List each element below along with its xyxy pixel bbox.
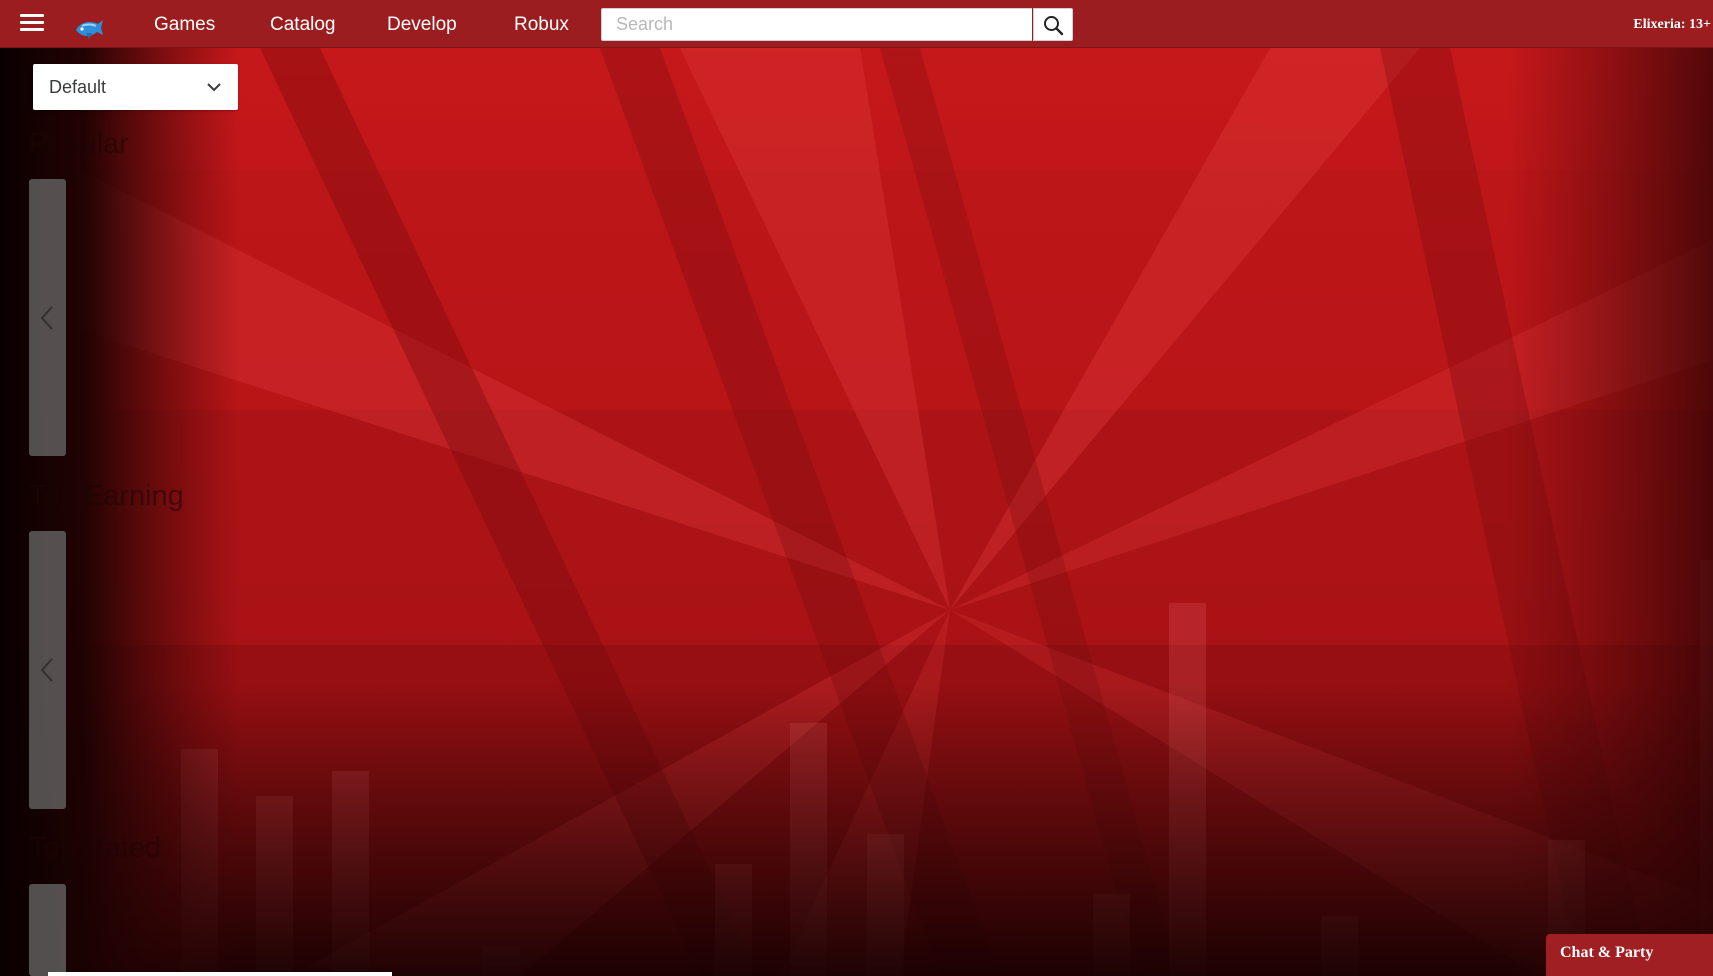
chat-party-button[interactable]: Chat & Party — [1546, 934, 1713, 976]
nav-catalog-link[interactable]: Catalog — [270, 0, 336, 48]
chat-party-label: Chat & Party — [1560, 944, 1654, 961]
carousel-prev-button-popular[interactable] — [29, 179, 66, 456]
nav-games-link[interactable]: Games — [154, 0, 215, 48]
section-title-top-rated: Top Rated — [29, 832, 162, 864]
nav-develop-link[interactable]: Develop — [387, 0, 457, 48]
chevron-left-icon — [40, 306, 53, 330]
search-button[interactable] — [1033, 8, 1073, 41]
search-icon — [1044, 16, 1064, 36]
background-art — [0, 0, 1713, 976]
section-title-popular: Popular — [29, 128, 129, 160]
sort-selected-value: Default — [49, 77, 107, 97]
hamburger-line — [20, 14, 44, 17]
blue-fish-logo-icon[interactable] — [74, 16, 104, 42]
sort-dropdown[interactable]: Default — [33, 64, 238, 110]
carousel-prev-button-top-earning[interactable] — [29, 531, 66, 809]
horizontal-scrollbar[interactable] — [48, 972, 392, 976]
top-navigation-bar: Games Catalog Develop Robux Elixeria: 13… — [0, 0, 1713, 48]
hamburger-line — [20, 21, 44, 24]
hamburger-menu-icon[interactable] — [20, 13, 44, 33]
hamburger-line — [20, 28, 44, 31]
fish-logo-graphic — [76, 20, 103, 39]
chevron-left-icon — [40, 658, 53, 682]
chevron-down-icon — [207, 83, 221, 92]
carousel-prev-button-top-rated[interactable] — [29, 884, 66, 976]
search-input[interactable] — [601, 8, 1032, 41]
nav-robux-link[interactable]: Robux — [514, 0, 569, 48]
search-bar — [601, 8, 1073, 41]
section-title-top-earning: Top Earning — [29, 480, 184, 512]
user-account-label[interactable]: Elixeria: 13+ — [1633, 0, 1711, 48]
background-rays-illustration — [0, 0, 1713, 976]
